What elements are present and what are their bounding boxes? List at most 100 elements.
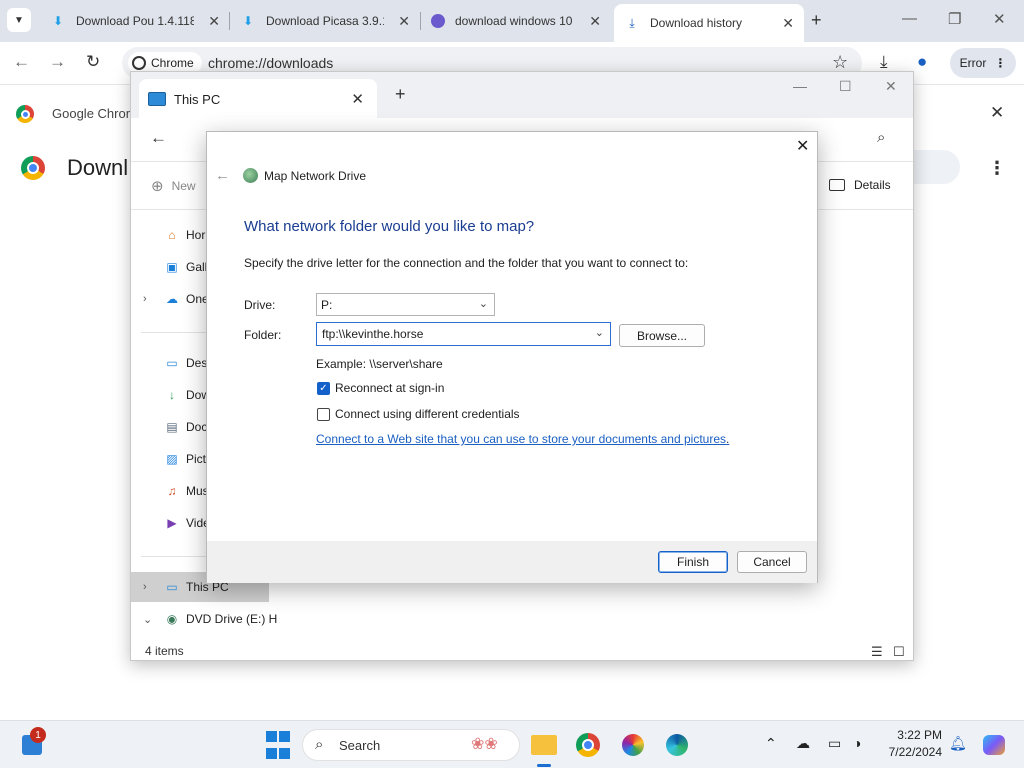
reload-icon[interactable]: ↻ [86, 52, 100, 72]
onedrive-off-icon[interactable]: ☁ [796, 735, 810, 752]
drive-value: P: [321, 298, 333, 312]
folder-input[interactable]: ftp:\\kevinthe.horse ⌄ [316, 322, 611, 346]
tab-search-button[interactable]: ▼ [7, 8, 31, 32]
bookmark-star-icon[interactable]: ☆ [832, 52, 848, 73]
new-tab-icon[interactable]: + [811, 10, 822, 31]
restore-icon[interactable]: ❐ [948, 10, 961, 28]
sidebar-item-label: Doc [186, 420, 208, 434]
minimize-icon[interactable]: — [902, 10, 917, 27]
taskbar-search[interactable]: ⌕ Search ❀❀ [302, 729, 520, 761]
download-favicon-icon: ⬇ [52, 14, 64, 28]
copilot-icon[interactable] [978, 729, 1010, 761]
notification-bell-icon[interactable]: 🔔︎ [949, 735, 967, 752]
edge-taskbar-icon[interactable] [661, 729, 693, 761]
browse-button[interactable]: Browse... [619, 324, 705, 347]
forward-arrow-icon[interactable]: → [49, 52, 66, 72]
tab-download-windows[interactable]: download windows 10 ✕ [421, 6, 611, 36]
new-tab-icon[interactable]: + [395, 84, 406, 105]
error-label: Error [959, 56, 987, 70]
link-suffix: . [726, 432, 730, 446]
sidebar-item-label: DVD Drive (E:) H [186, 612, 278, 626]
chevron-down-icon[interactable]: ⌄ [595, 326, 604, 339]
chevron-down-icon: ⌄ [478, 298, 488, 310]
taskbar: ⌕ Search ❀❀ ⌃ ☁ ▭ ◑ 3:22 PM 7/22/2024 🔔︎ [0, 720, 1024, 768]
close-icon[interactable]: ✕ [796, 136, 809, 156]
back-arrow-icon[interactable]: ← [215, 167, 230, 184]
tab-title: Download history [650, 16, 743, 30]
profile-avatar-icon[interactable]: ● [917, 52, 927, 72]
clock-date: 7/22/2024 [888, 745, 942, 759]
documents-icon: ▤ [166, 420, 178, 434]
tab-download-pou[interactable]: ⬇ Download Pou 1.4.118 ✕ [40, 6, 230, 36]
monitor-icon: ▭ [166, 580, 178, 594]
chrome-taskbar-icon[interactable] [572, 729, 604, 761]
volume-icon[interactable]: ◑ [853, 735, 861, 751]
tab-this-pc[interactable]: This PC ✕ [139, 79, 377, 119]
notification-badge: 1 [30, 727, 46, 743]
details-pane-icon [829, 179, 845, 191]
cancel-button[interactable]: Cancel [737, 551, 807, 573]
sidebar-item-label: Gall [186, 260, 208, 274]
close-tab-icon[interactable]: ✕ [351, 90, 364, 108]
expand-chevron-icon[interactable]: › [143, 581, 147, 593]
expand-chevron-icon[interactable]: › [143, 293, 147, 305]
details-view-icon[interactable]: ☰ [871, 644, 883, 660]
search-icon[interactable]: ⌕ [877, 129, 885, 146]
close-tab-icon[interactable]: ✕ [589, 13, 601, 30]
reconnect-checkbox-row[interactable]: ✓ Reconnect at sign-in [317, 381, 444, 395]
tab-title: This PC [174, 91, 221, 107]
explorer-title-bar: This PC ✕ + — ☐ ✕ [131, 72, 913, 119]
back-arrow-icon[interactable]: ← [150, 128, 167, 148]
downloads-icon: ↓ [169, 388, 175, 402]
close-window-icon[interactable]: ✕ [885, 78, 897, 95]
finish-button[interactable]: Finish [658, 551, 728, 573]
active-app-indicator [537, 764, 551, 767]
start-button[interactable] [262, 729, 294, 761]
site-favicon-icon [431, 14, 445, 28]
web-storage-link[interactable]: Connect to a Web site that you can use t… [316, 432, 726, 446]
close-tab-icon[interactable]: ✕ [782, 15, 794, 32]
tab-title: Download Picasa 3.9.1 [266, 14, 384, 28]
reconnect-checkbox[interactable]: ✓ [317, 381, 330, 395]
tab-title: download windows 10 [455, 14, 573, 28]
chip-label: Chrome [151, 56, 194, 70]
sidebar-item-label: Hor [186, 228, 206, 242]
dialog-title: Map Network Drive [243, 168, 366, 183]
chrome-logo-icon [21, 156, 45, 180]
close-tab-icon[interactable]: ✕ [208, 13, 220, 30]
tab-download-picasa[interactable]: ⬇ Download Picasa 3.9.1 ✕ [230, 6, 420, 36]
file-explorer-taskbar-icon[interactable] [528, 729, 560, 761]
network-icon[interactable]: ▭ [828, 735, 841, 752]
close-window-icon[interactable]: ✕ [993, 10, 1006, 28]
sidebar-item-dvd-drive[interactable]: ⌄ ◉ DVD Drive (E:) H [131, 604, 277, 634]
tiles-view-icon[interactable]: ☐ [893, 644, 905, 660]
folder-example-text: Example: \\server\share [316, 357, 443, 371]
minimize-icon[interactable]: — [793, 78, 807, 94]
maximize-icon[interactable]: ☐ [839, 78, 852, 95]
new-button[interactable]: ⊕ New [151, 177, 196, 195]
downloads-search-field[interactable] [910, 150, 960, 184]
credentials-checkbox[interactable] [317, 407, 330, 421]
show-hidden-icons-chevron-icon[interactable]: ⌃ [765, 735, 777, 752]
desktop-icon: ▭ [166, 356, 178, 370]
tab-download-history[interactable]: ⤓ Download history ✕ [614, 4, 804, 42]
dialog-instructions: Specify the drive letter for the connect… [244, 256, 689, 270]
more-menu-icon[interactable]: ⋮ [988, 158, 1006, 179]
collapse-chevron-icon[interactable]: ⌄ [143, 613, 152, 626]
pictures-icon: ▨ [166, 452, 178, 466]
gallery-icon: ▣ [166, 260, 178, 274]
details-button[interactable]: Details [829, 178, 891, 192]
credentials-checkbox-row[interactable]: Connect using different credentials [317, 407, 520, 421]
picasa-taskbar-icon[interactable] [617, 729, 649, 761]
back-arrow-icon[interactable]: ← [13, 52, 30, 72]
drive-letter-select[interactable]: P: ⌄ [316, 293, 495, 316]
close-tab-icon[interactable]: ✕ [398, 13, 410, 30]
close-banner-icon[interactable]: ✕ [990, 103, 1004, 123]
error-button[interactable]: Error ⋮ [950, 48, 1016, 78]
downloads-icon[interactable]: ⤓ [880, 52, 888, 72]
tab-title: Download Pou 1.4.118 [76, 14, 194, 28]
download-favicon-icon: ⬇ [242, 14, 254, 28]
taskbar-clock[interactable]: 3:22 PM 7/22/2024 [880, 727, 942, 761]
search-icon: ⌕ [315, 736, 324, 753]
dialog-heading: What network folder would you like to ma… [244, 218, 535, 235]
